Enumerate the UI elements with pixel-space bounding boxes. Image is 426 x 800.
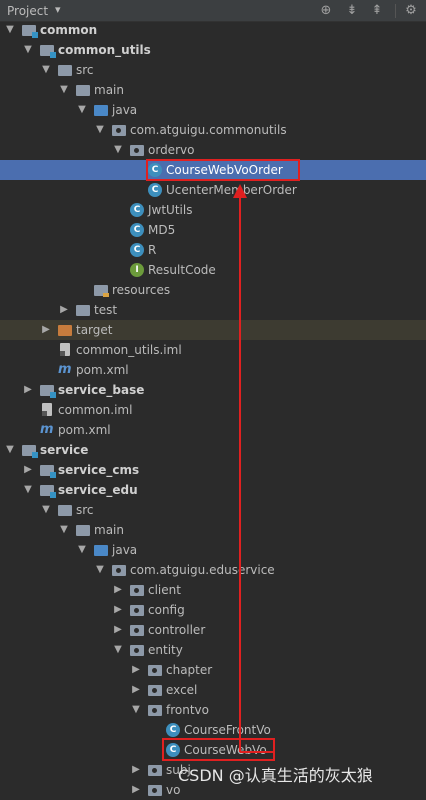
watermark: CSDN @认真生活的灰太狼 <box>178 766 373 785</box>
annotation-arrow-head <box>233 184 247 198</box>
annotation-arrow <box>233 184 275 753</box>
